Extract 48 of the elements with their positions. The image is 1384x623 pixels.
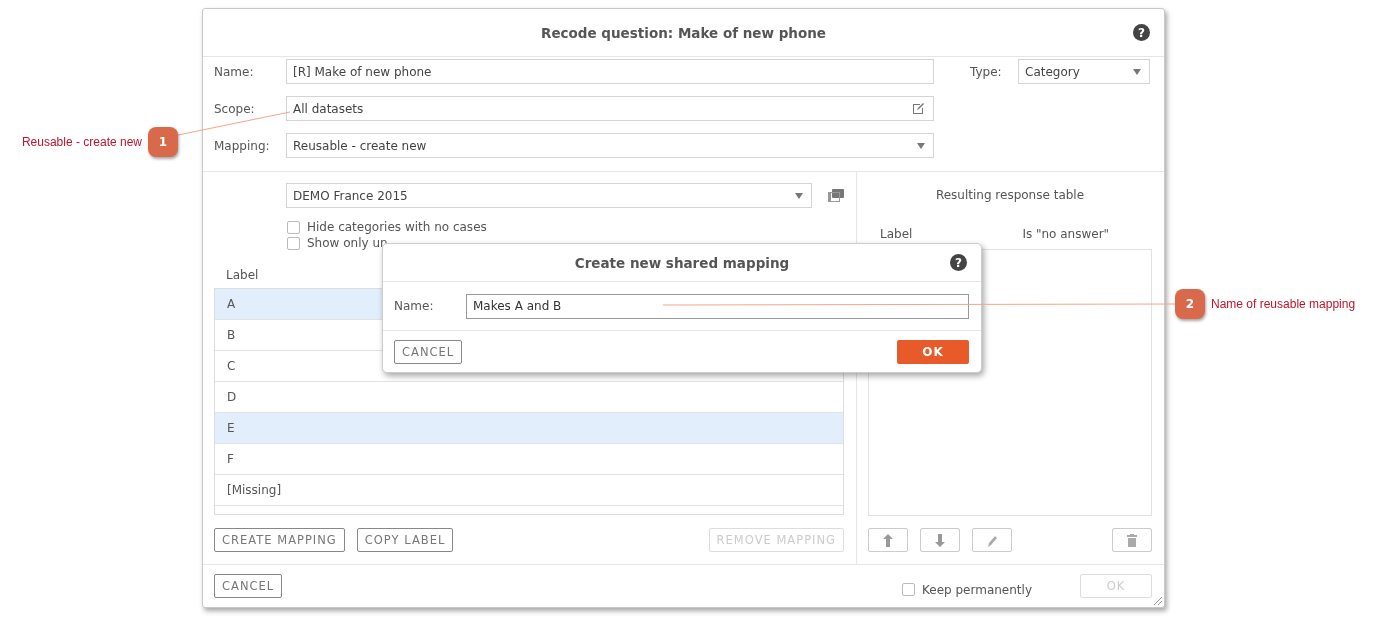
column-header: Is "no answer" — [1022, 226, 1110, 241]
dataset-dropdown[interactable]: DEMO France 2015 — [286, 183, 812, 208]
text-field[interactable]: [R] Make of new phone — [286, 59, 934, 84]
checkbox[interactable] — [287, 220, 300, 234]
button[interactable]: COPY LABEL — [356, 528, 454, 552]
arrow-down-icon — [934, 533, 946, 547]
trash-button[interactable] — [1112, 528, 1152, 552]
windows-icon — [828, 188, 844, 203]
callout-badge: 2 — [1175, 289, 1205, 319]
type-dropdown[interactable]: Category — [1018, 59, 1150, 84]
checkbox[interactable] — [287, 236, 300, 250]
column-header: Label — [880, 226, 913, 241]
trash-icon — [1126, 533, 1138, 547]
dropdown-caret-icon — [795, 192, 803, 199]
dialog-title: Create new shared mapping — [574, 254, 790, 271]
field-label: Scope: — [214, 101, 256, 116]
pencil-icon — [986, 533, 998, 547]
callout-label: Reusable - create new — [21, 135, 142, 149]
field-label: Type: — [970, 64, 1003, 79]
text-field[interactable]: All datasets — [286, 96, 934, 121]
button[interactable]: CANCEL — [394, 339, 463, 364]
field-label: Name: — [394, 299, 435, 313]
arrow-down-button[interactable] — [920, 528, 960, 552]
ok-button[interactable]: OK — [897, 339, 969, 364]
checkbox[interactable] — [902, 583, 916, 596]
panel-title: Resulting response table — [934, 187, 1086, 204]
callout-label: Name of reusable mapping — [1211, 297, 1356, 311]
mapping-dropdown[interactable]: Reusable - create new — [286, 133, 934, 158]
dialog-title: Recode question: Make of new phone — [541, 24, 826, 41]
table-row[interactable]: E — [215, 412, 843, 444]
arrow-up-button[interactable] — [868, 528, 908, 552]
help-icon[interactable]: ? — [1133, 24, 1150, 41]
dropdown-caret-icon — [917, 142, 925, 149]
field-label: Name: — [214, 64, 255, 79]
dropdown-caret-icon — [1133, 68, 1141, 75]
help-icon[interactable]: ? — [950, 254, 967, 271]
column-header: Label — [226, 267, 259, 282]
callout-badge: 1 — [148, 127, 178, 157]
field-label: Mapping: — [214, 138, 271, 153]
arrow-up-icon — [882, 533, 894, 547]
checkbox-label: Hide categories with no cases — [307, 220, 487, 234]
pencil-button[interactable] — [972, 528, 1012, 552]
name-input-field[interactable]: Makes A and B — [466, 293, 969, 319]
button[interactable]: CANCEL — [214, 574, 283, 598]
checkbox-label: Keep permanently — [922, 582, 1032, 597]
button[interactable]: CREATE MAPPING — [214, 528, 345, 552]
edit-icon — [912, 102, 925, 115]
resize-grip-icon — [1153, 596, 1163, 606]
